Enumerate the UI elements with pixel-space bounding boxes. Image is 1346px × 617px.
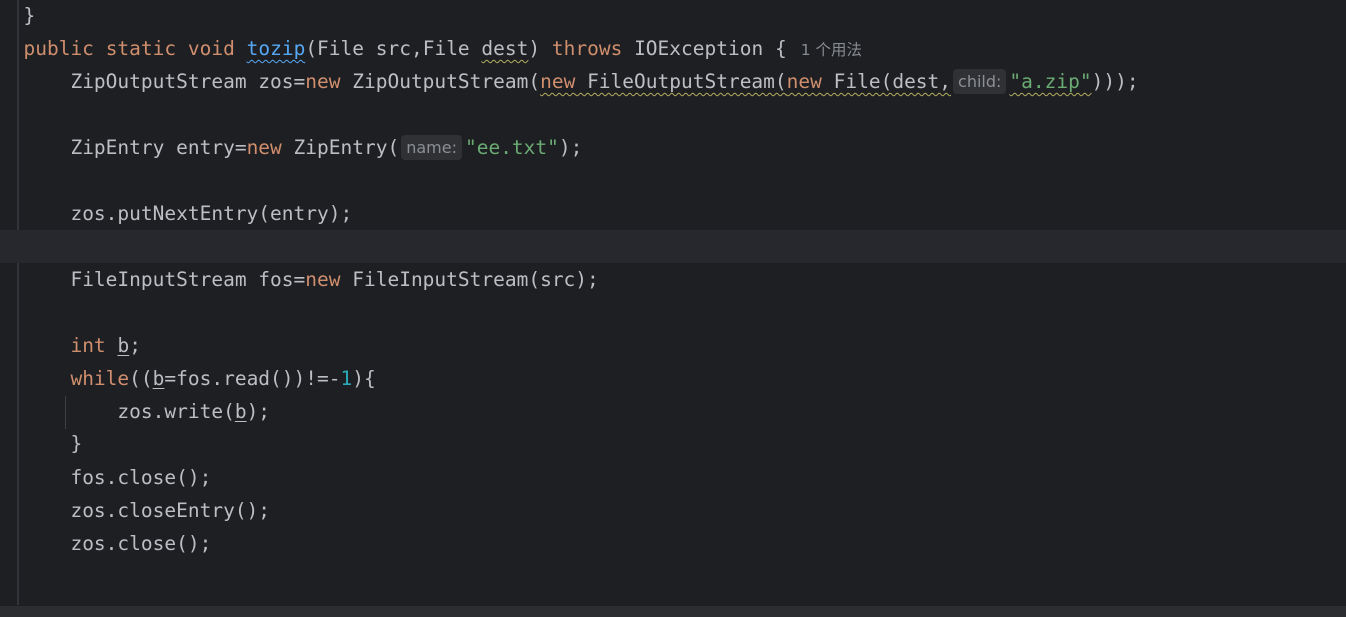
string-literal: "a.zip" [1009, 70, 1092, 93]
code-line[interactable]: } [0, 0, 1346, 32]
code-text: =fos.read())!=- [164, 367, 341, 390]
keyword-new: new [305, 268, 341, 291]
exception-type: IOException { [622, 37, 787, 60]
keyword-void: void [187, 37, 235, 60]
method-name[interactable]: tozip [247, 37, 306, 60]
code-line[interactable]: zos.putNextEntry(entry); [0, 197, 1346, 230]
code-text: ; [129, 334, 141, 357]
keyword-int: int [70, 334, 106, 357]
code-text: ); [246, 400, 271, 423]
string-literal: "ee.txt" [464, 136, 559, 159]
code-text: zos.closeEntry(); [70, 499, 271, 522]
code-text: ZipEntry entry= [70, 136, 247, 159]
keyword-new: new [786, 70, 822, 93]
code-line[interactable]: } [0, 427, 1346, 460]
params-start: (File src,File [305, 37, 482, 60]
keyword-throws: throws [551, 37, 623, 60]
code-text: } [70, 432, 83, 455]
params-end: ) [528, 37, 552, 60]
code-text: zos.write( [117, 400, 235, 423]
closing-brace: } [23, 4, 36, 27]
keyword-static: static [105, 37, 177, 60]
code-text: zos.close(); [70, 532, 212, 555]
code-text: fos.close(); [70, 466, 212, 489]
code-text: zos.putNextEntry(entry); [70, 202, 353, 225]
parameter-hint-name: name: [401, 135, 462, 160]
keyword-new: new [246, 136, 282, 159]
code-line[interactable]: int b; [0, 329, 1346, 362]
code-line[interactable]: zos.closeEntry(); [0, 494, 1346, 527]
number-literal: 1 [340, 367, 353, 390]
current-line-highlight[interactable] [0, 230, 1346, 263]
keyword-new: new [305, 70, 341, 93]
horizontal-scrollbar[interactable] [0, 606, 1346, 617]
code-text: ){ [352, 367, 376, 390]
variable-b: b [152, 367, 165, 390]
code-line[interactable]: while((b=fos.read())!=-1){ [0, 362, 1346, 395]
variable-b: b [234, 400, 247, 423]
code-line[interactable]: zos.write(b); [0, 395, 1346, 428]
keyword-while: while [70, 367, 130, 390]
code-line[interactable]: ZipEntry entry=new ZipEntry(name: "ee.txt… [0, 131, 1346, 164]
parameter-hint-child: child: [953, 69, 1007, 94]
variable-b: b [117, 334, 130, 357]
code-text: ZipOutputStream zos= [70, 70, 306, 93]
code-text: (( [129, 367, 153, 390]
keyword-new: new [540, 70, 576, 93]
keyword-public: public [23, 37, 94, 60]
code-editor[interactable]: } public static void tozip(File src,File… [0, 0, 1346, 617]
code-text: File(dest, [821, 70, 952, 93]
code-line[interactable]: fos.close(); [0, 461, 1346, 494]
usages-hint[interactable]: 1 个用法 [801, 41, 862, 59]
code-text: FileOutputStream( [575, 70, 787, 93]
param-dest[interactable]: dest [481, 37, 528, 60]
code-line[interactable]: ZipOutputStream zos=new ZipOutputStream(… [0, 65, 1346, 98]
code-line[interactable]: zos.close(); [0, 527, 1346, 560]
code-text: ); [558, 136, 583, 159]
code-text: ))); [1091, 70, 1139, 93]
code-line-method-signature[interactable]: public static void tozip(File src,File d… [0, 32, 1346, 65]
code-text: ZipOutputStream( [340, 70, 541, 93]
code-text: ZipEntry( [281, 136, 400, 159]
code-line[interactable]: FileInputStream fos=new FileInputStream(… [0, 263, 1346, 296]
code-text: FileInputStream(src); [340, 268, 599, 291]
code-text: FileInputStream fos= [70, 268, 306, 291]
